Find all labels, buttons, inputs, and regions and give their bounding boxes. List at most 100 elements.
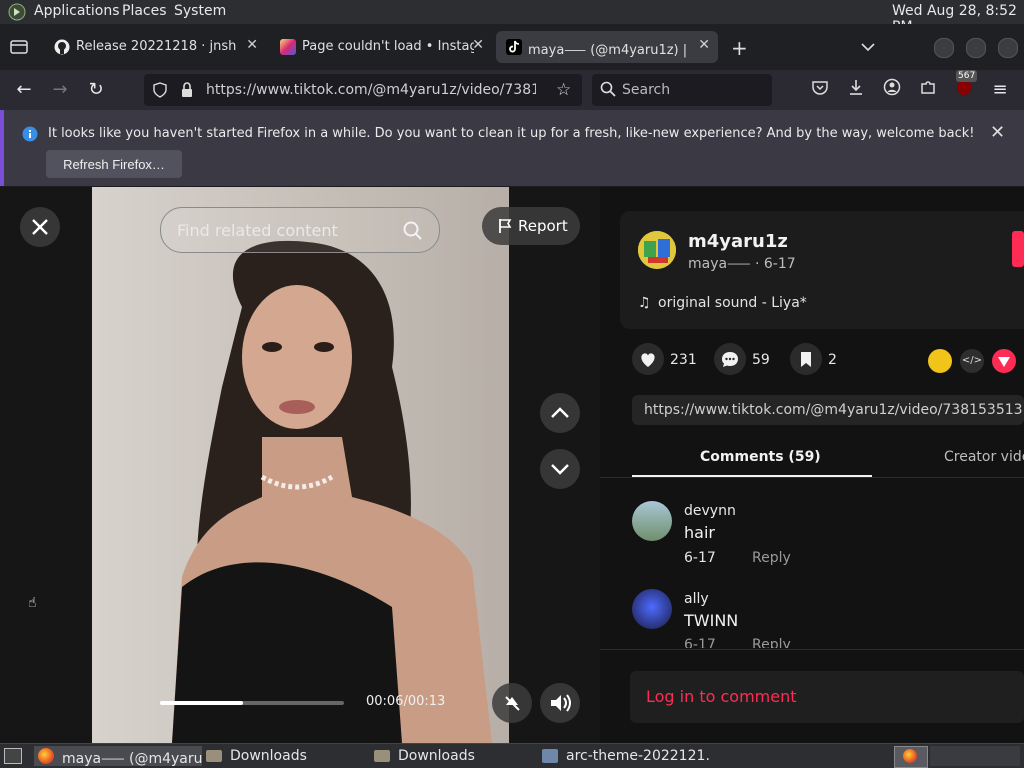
workspace-switcher[interactable] xyxy=(894,746,928,768)
comment-button[interactable] xyxy=(714,343,746,375)
tab-tiktok[interactable]: maya⸺ (@m4yaru1z) | TikTok ✕ xyxy=(496,31,718,63)
video-progress-track[interactable] xyxy=(160,701,344,705)
taskbar-label: arc-theme-2022121… xyxy=(566,748,710,764)
download-icon[interactable] xyxy=(844,78,868,102)
tab-title: maya⸺ (@m4yaru1z) | TikTok xyxy=(528,43,688,58)
tab-title: Page couldn't load • Instagra xyxy=(302,39,474,54)
close-icon[interactable]: ✕ xyxy=(698,37,710,53)
taskbar-item-downloads-2[interactable]: Downloads xyxy=(372,746,536,766)
extensions-icon[interactable] xyxy=(916,78,940,102)
tab-creator-videos[interactable]: Creator vide xyxy=(944,449,1024,465)
taskbar-item-arc-theme[interactable]: arc-theme-2022121… xyxy=(540,746,710,766)
avatar[interactable] xyxy=(632,501,672,541)
volume-button[interactable] xyxy=(540,683,580,723)
reply-button[interactable]: Reply xyxy=(752,637,791,648)
mouse-cursor-icon: ☝ xyxy=(28,595,37,611)
author-subtitle: maya⸺ · 6-17 xyxy=(688,256,796,272)
find-related-search[interactable]: Find related content xyxy=(160,207,440,253)
taskbar-item-downloads-1[interactable]: Downloads xyxy=(204,746,368,766)
tab-comments[interactable]: Comments (59) xyxy=(700,449,821,465)
account-icon[interactable] xyxy=(880,78,904,102)
instagram-icon xyxy=(280,39,296,55)
tab-github[interactable]: Release 20221218 · jnsh/arc ✕ xyxy=(44,31,266,63)
ublock-icon[interactable]: 567 xyxy=(952,70,978,102)
refresh-firefox-button[interactable]: Refresh Firefox… xyxy=(46,150,182,178)
github-icon xyxy=(54,39,70,55)
avatar[interactable] xyxy=(638,231,676,269)
pip-button[interactable] xyxy=(492,683,532,723)
find-related-placeholder: Find related content xyxy=(177,221,338,240)
applications-menu[interactable]: Applications xyxy=(34,3,120,19)
music-note-icon: ♫ xyxy=(638,295,651,311)
back-arrow-icon[interactable]: ← xyxy=(12,78,36,102)
video-details-panel: m4yaru1z maya⸺ · 6-17 ♫ original sound -… xyxy=(600,187,1024,743)
refresh-notification: It looks like you haven't started Firefo… xyxy=(0,110,1024,186)
hamburger-menu-icon[interactable]: ≡ xyxy=(988,78,1012,102)
flag-icon xyxy=(498,218,512,238)
avatar[interactable] xyxy=(632,589,672,629)
system-menu[interactable]: System xyxy=(174,3,226,19)
login-to-comment-bar[interactable]: Log in to comment xyxy=(630,671,1024,723)
url-bar[interactable]: https://www.tiktok.com/@m4yaru1z/video/7… xyxy=(144,74,582,106)
taskbar-label: maya⸺ (@m4yaru1… xyxy=(62,751,202,766)
search-icon[interactable] xyxy=(403,221,423,245)
close-video-button[interactable] xyxy=(20,207,60,247)
like-button[interactable] xyxy=(632,343,664,375)
next-video-button[interactable] xyxy=(540,449,580,489)
comment-count: 59 xyxy=(752,352,770,368)
pocket-icon[interactable] xyxy=(808,78,832,102)
like-count: 231 xyxy=(670,352,697,368)
comment-author[interactable]: ally xyxy=(684,591,709,607)
author-username[interactable]: m4yaru1z xyxy=(688,231,788,252)
top-panel: Applications Places System Wed Aug 28, 8… xyxy=(0,0,1024,35)
video-time: 00:06/00:13 xyxy=(366,694,446,709)
share-coin-icon[interactable] xyxy=(928,349,952,373)
follow-button[interactable] xyxy=(1012,231,1024,267)
shield-icon[interactable] xyxy=(152,82,168,102)
notification-message: It looks like you haven't started Firefo… xyxy=(48,126,975,141)
previous-video-button[interactable] xyxy=(540,393,580,433)
comment-author[interactable]: devynn xyxy=(684,503,736,519)
sound-title[interactable]: original sound - Liya* xyxy=(658,295,807,311)
report-button[interactable]: Report xyxy=(482,207,580,245)
taskbar-label: Downloads xyxy=(398,748,475,764)
taskbar: maya⸺ (@m4yaru1… Downloads Downloads arc… xyxy=(0,743,1024,768)
close-window-button[interactable] xyxy=(998,38,1018,58)
video-frame[interactable] xyxy=(92,187,509,743)
tab-instagram[interactable]: Page couldn't load • Instagra ✕ xyxy=(270,31,492,63)
close-icon[interactable]: ✕ xyxy=(990,122,1005,143)
tab-title: Release 20221218 · jnsh/arc xyxy=(76,39,236,54)
gnome-foot-icon[interactable] xyxy=(8,3,26,25)
minimize-button[interactable] xyxy=(934,38,954,58)
archive-icon xyxy=(542,749,558,763)
video-image xyxy=(92,187,509,743)
workspace-empty[interactable] xyxy=(930,746,1020,766)
video-link-text[interactable]: https://www.tiktok.com/@m4yaru1z/video/7… xyxy=(644,402,1024,418)
firefox-view-icon[interactable] xyxy=(10,38,28,58)
show-desktop-icon[interactable] xyxy=(4,748,22,764)
taskbar-item-firefox[interactable]: maya⸺ (@m4yaru1… xyxy=(34,746,202,766)
close-icon[interactable]: ✕ xyxy=(246,37,258,53)
comment-text: hair xyxy=(684,523,715,542)
save-button[interactable] xyxy=(790,343,822,375)
url-text[interactable]: https://www.tiktok.com/@m4yaru1z/video/7… xyxy=(206,82,536,98)
forward-arrow-icon[interactable]: → xyxy=(48,78,72,102)
send-icon[interactable] xyxy=(992,349,1016,373)
new-tab-button[interactable]: + xyxy=(731,36,748,60)
embed-code-icon[interactable]: </> xyxy=(960,349,984,373)
video-link-box[interactable]: https://www.tiktok.com/@m4yaru1z/video/7… xyxy=(632,395,1024,425)
bookmark-star-icon[interactable]: ☆ xyxy=(556,80,571,100)
chevron-down-icon[interactable] xyxy=(860,38,876,57)
places-menu[interactable]: Places xyxy=(122,3,167,19)
comment-date: 6-17 xyxy=(684,550,716,566)
divider xyxy=(600,649,1024,650)
folder-icon xyxy=(374,750,390,762)
reply-button[interactable]: Reply xyxy=(752,550,791,566)
reload-icon[interactable]: ↻ xyxy=(84,78,108,102)
lock-icon[interactable] xyxy=(180,82,194,102)
search-input[interactable]: Search xyxy=(592,74,772,106)
maximize-button[interactable] xyxy=(966,38,986,58)
search-icon xyxy=(600,81,616,101)
close-icon[interactable]: ✕ xyxy=(472,37,484,53)
login-to-comment-link[interactable]: Log in to comment xyxy=(646,687,797,706)
